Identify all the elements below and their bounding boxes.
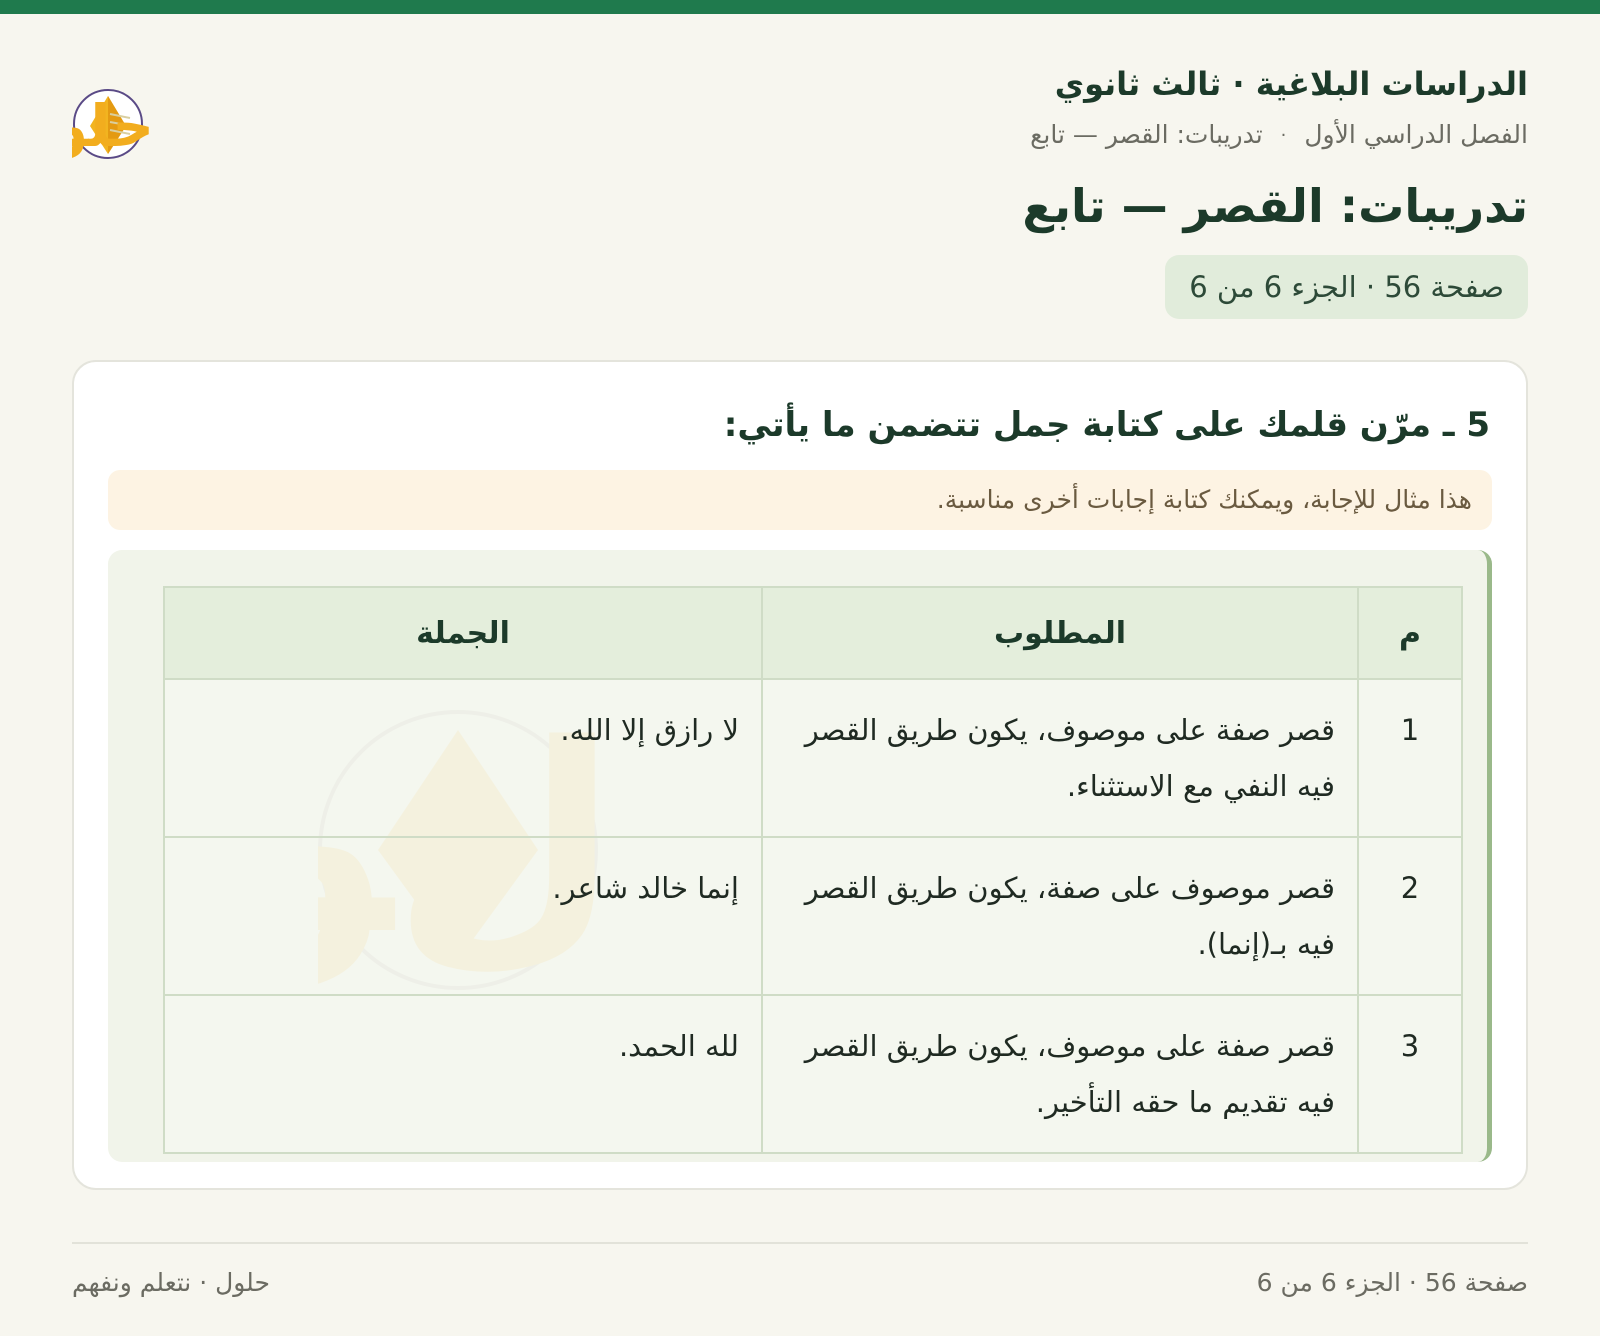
header-sentence: الجملة — [163, 586, 763, 680]
page: الدراسات البلاغية · ثالث ثانوي الفصل الد… — [0, 14, 1600, 1336]
row-sentence: لله الحمد. — [163, 994, 763, 1154]
header-requirement: المطلوب — [761, 586, 1359, 680]
row-number: 2 — [1357, 836, 1463, 996]
page-badge: صفحة 56 · الجزء 6 من 6 — [1165, 255, 1528, 319]
row-requirement: قصر موصوف على صفة، يكون طريق القصر فيه ب… — [761, 836, 1359, 996]
table-row: 2 قصر موصوف على صفة، يكون طريق القصر فيه… — [163, 836, 1463, 996]
row-number: 3 — [1357, 994, 1463, 1154]
course-title: الدراسات البلاغية · ثالث ثانوي — [1054, 65, 1528, 103]
page-title: تدريبات: القصر — تابع — [1022, 179, 1528, 233]
row-requirement: قصر صفة على موصوف، يكون طريق القصر فيه ت… — [761, 994, 1359, 1154]
row-requirement: قصر صفة على موصوف، يكون طريق القصر فيه ا… — [761, 678, 1359, 838]
row-sentence: لا رازق إلا الله. — [163, 678, 763, 838]
logo-text: حلول — [72, 92, 154, 161]
top-accent-bar — [0, 0, 1600, 14]
answer-note: هذا مثال للإجابة، ويمكنك كتابة إجابات أخ… — [108, 470, 1492, 530]
breadcrumb-lesson[interactable]: تدريبات: القصر — تابع — [1030, 120, 1263, 149]
row-sentence: إنما خالد شاعر. — [163, 836, 763, 996]
table-row: 1 قصر صفة على موصوف، يكون طريق القصر فيه… — [163, 678, 1463, 838]
row-number: 1 — [1357, 678, 1463, 838]
breadcrumb-semester[interactable]: الفصل الدراسي الأول — [1304, 120, 1528, 149]
header-num: م — [1357, 586, 1463, 680]
answer-panel: ﻝﻮﻠﺣ م المطلوب الجملة 1 — [108, 550, 1492, 1162]
footer-page-info: صفحة 56 · الجزء 6 من 6 — [1256, 1268, 1528, 1297]
answers-table: م المطلوب الجملة 1 قصر صفة على موصوف، يك… — [163, 586, 1463, 1154]
exercise-card: 5 ـ مرّن قلمك على كتابة جمل تتضمن ما يأت… — [72, 360, 1528, 1190]
header-text: الدراسات البلاغية · ثالث ثانوي الفصل الد… — [1022, 62, 1528, 319]
page-header: الدراسات البلاغية · ثالث ثانوي الفصل الد… — [2, 62, 1528, 352]
footer-brand[interactable]: حلول · نتعلم ونفهم — [72, 1266, 270, 1300]
site-logo[interactable]: حلول — [2, 76, 302, 166]
footer-divider — [72, 1242, 1528, 1244]
table-row: 3 قصر صفة على موصوف، يكون طريق القصر فيه… — [163, 994, 1463, 1154]
breadcrumb: الفصل الدراسي الأول · تدريبات: القصر — ت… — [1022, 118, 1528, 153]
logo-icon: حلول — [2, 89, 154, 161]
breadcrumb-separator: · — [1280, 125, 1287, 146]
question-text: 5 ـ مرّن قلمك على كتابة جمل تتضمن ما يأت… — [723, 405, 1490, 445]
table-header-row: م المطلوب الجملة — [163, 586, 1463, 680]
